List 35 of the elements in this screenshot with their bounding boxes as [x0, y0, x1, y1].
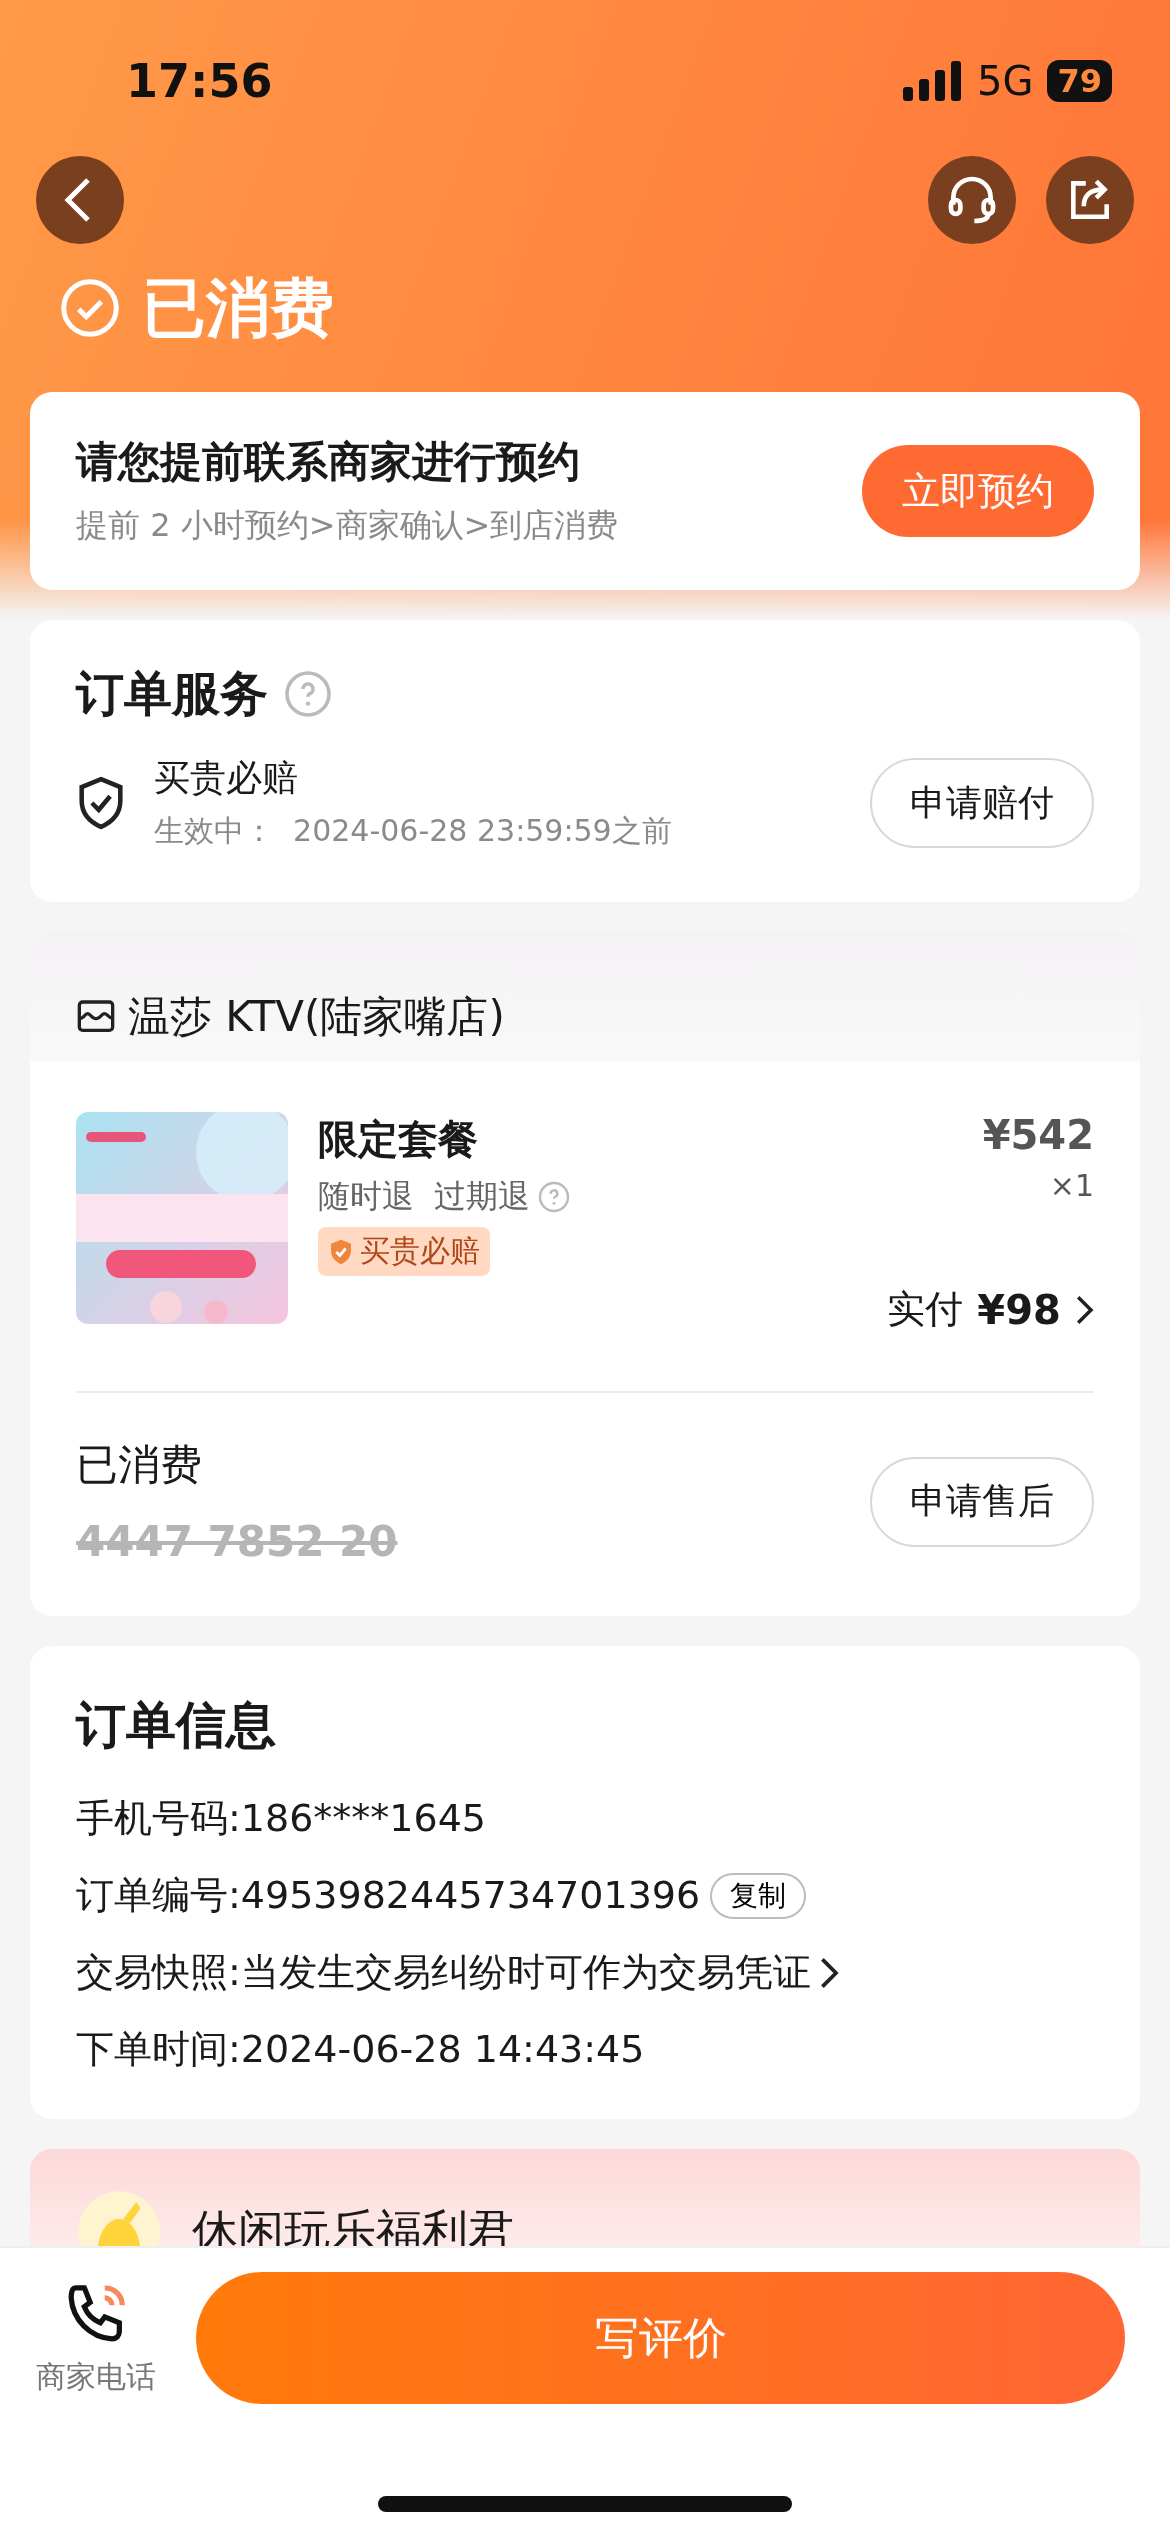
- paid-label: 实付: [887, 1286, 964, 1333]
- copy-button[interactable]: 复制: [710, 1872, 807, 1919]
- refund-terms: 随时退 过期退: [318, 1176, 531, 1217]
- shop-name: 温莎 KTV(陆家嘴店): [128, 991, 505, 1043]
- shield-check-icon: [76, 775, 126, 831]
- help-icon: [284, 670, 332, 718]
- check-circle-icon: [60, 278, 120, 338]
- snapshot-link[interactable]: 交易快照:当发生交易纠纷时可作为交易凭证: [76, 1947, 840, 1998]
- after-sales-button[interactable]: 申请售后: [870, 1456, 1094, 1547]
- merchant-phone-button[interactable]: 商家电话: [36, 2278, 156, 2398]
- guarantee-badge: 买贵必赔: [318, 1227, 490, 1276]
- chevron-right-icon: [1074, 1293, 1094, 1326]
- order-status-title: 已消费: [142, 269, 334, 347]
- service-name: 买贵必赔: [154, 756, 299, 800]
- quantity: ×1: [1049, 1168, 1094, 1203]
- info-text: 手机号码:186****1645: [76, 1795, 487, 1842]
- section-title: 订单信息: [76, 1696, 276, 1754]
- order-number-text: 订单编号:4953982445734701396: [76, 1872, 701, 1919]
- service-validity: 生效中： 2024-06-28 23:59:59之前: [154, 812, 672, 850]
- consumption-status: 已消费: [76, 1439, 203, 1491]
- info-text: 下单时间:2024-06-28 14:43:45: [76, 2026, 645, 2073]
- product-name: 限定套餐: [318, 1115, 479, 1164]
- voucher-code: 4447 7852 20: [76, 1517, 398, 1566]
- original-price: ¥542: [982, 1112, 1094, 1158]
- signal-icon: [903, 61, 963, 101]
- battery-indicator: 79: [1047, 60, 1112, 102]
- section-title: 订单服务: [76, 664, 268, 723]
- reservation-steps: 提前 2 小时预约>商家确认>到店消费: [76, 504, 619, 548]
- paid-amount: ¥98: [977, 1286, 1061, 1333]
- claim-button[interactable]: 申请赔付: [870, 758, 1094, 848]
- help-icon: [538, 1181, 571, 1213]
- status-time: 17:56: [126, 54, 273, 108]
- reservation-title: 请您提前联系商家进行预约: [76, 436, 581, 488]
- network-label: 5G: [977, 58, 1034, 104]
- chevron-right-icon: [818, 1955, 840, 1990]
